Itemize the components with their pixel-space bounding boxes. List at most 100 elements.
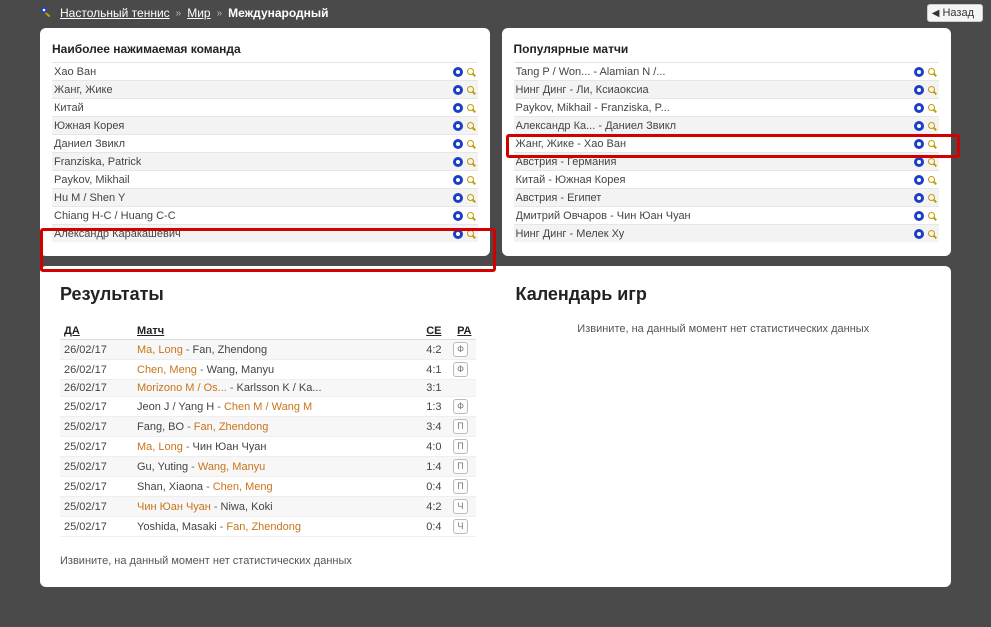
match-row[interactable]: Китай - Южная Корея <box>514 170 940 188</box>
result-row[interactable]: 26/02/17Morizono M / Os...-Karlsson K / … <box>60 380 476 397</box>
magnifier-icon[interactable] <box>466 85 476 95</box>
col-date[interactable]: ДА <box>60 323 133 340</box>
info-dot-icon[interactable] <box>914 229 924 239</box>
info-dot-icon[interactable] <box>453 67 463 77</box>
info-dot-icon[interactable] <box>453 139 463 149</box>
match-row[interactable]: Австрия - Германия <box>514 152 940 170</box>
magnifier-icon[interactable] <box>466 139 476 149</box>
magnifier-icon[interactable] <box>927 85 937 95</box>
info-dot-icon[interactable] <box>914 175 924 185</box>
col-match[interactable]: Матч <box>133 323 410 340</box>
info-dot-icon[interactable] <box>914 193 924 203</box>
result-row[interactable]: 25/02/17Ma, Long-Чин Юан Чуан4:0П <box>60 437 476 457</box>
team-row[interactable]: Южная Корея <box>52 116 478 134</box>
match-row[interactable]: Tang P / Won... - Alamian N /... <box>514 62 940 80</box>
magnifier-icon[interactable] <box>927 157 937 167</box>
crumb-region[interactable]: Мир <box>187 6 210 20</box>
info-dot-icon[interactable] <box>453 175 463 185</box>
cell-match: Ma, Long-Чин Юан Чуан <box>133 437 410 457</box>
team-row[interactable]: Franziska, Patrick <box>52 152 478 170</box>
magnifier-icon[interactable] <box>927 211 937 221</box>
magnifier-icon[interactable] <box>927 67 937 77</box>
magnifier-icon[interactable] <box>927 139 937 149</box>
info-dot-icon[interactable] <box>453 157 463 167</box>
back-label: Назад <box>942 7 974 19</box>
magnifier-icon[interactable] <box>927 103 937 113</box>
magnifier-icon[interactable] <box>466 121 476 131</box>
info-dot-icon[interactable] <box>453 229 463 239</box>
info-dot-icon[interactable] <box>914 85 924 95</box>
magnifier-icon[interactable] <box>466 229 476 239</box>
popular-matches-title: Популярные матчи <box>514 42 940 56</box>
match-row[interactable]: Нинг Динг - Мелек Ху <box>514 224 940 242</box>
team-row[interactable]: Жанг, Жике <box>52 80 478 98</box>
magnifier-icon[interactable] <box>927 121 937 131</box>
chevron-left-icon: ◀ <box>932 8 940 19</box>
match-row[interactable]: Дмитрий Овчаров - Чин Юан Чуан <box>514 206 940 224</box>
cell-score: 4:2 <box>410 340 446 360</box>
magnifier-icon[interactable] <box>927 193 937 203</box>
magnifier-icon[interactable] <box>466 157 476 167</box>
calendar-title: Календарь игр <box>516 284 932 305</box>
cell-ra: Ч <box>446 517 476 537</box>
cell-date: 25/02/17 <box>60 497 133 517</box>
cell-ra <box>446 380 476 397</box>
magnifier-icon[interactable] <box>466 67 476 77</box>
info-dot-icon[interactable] <box>914 211 924 221</box>
info-dot-icon[interactable] <box>453 103 463 113</box>
cell-ra: Ф <box>446 340 476 360</box>
col-ra[interactable]: РА <box>446 323 476 340</box>
cell-date: 25/02/17 <box>60 397 133 417</box>
magnifier-icon[interactable] <box>466 193 476 203</box>
info-dot-icon[interactable] <box>914 67 924 77</box>
result-row[interactable]: 25/02/17Jeon J / Yang H-Chen M / Wang M1… <box>60 397 476 417</box>
magnifier-icon[interactable] <box>927 229 937 239</box>
info-dot-icon[interactable] <box>453 193 463 203</box>
result-row[interactable]: 25/02/17Чин Юан Чуан-Niwa, Koki4:2Ч <box>60 497 476 517</box>
result-row[interactable]: 26/02/17Ma, Long-Fan, Zhendong4:2Ф <box>60 340 476 360</box>
match-row[interactable]: Жанг, Жике - Хао Ван <box>514 134 940 152</box>
result-row[interactable]: 25/02/17Fang, BO-Fan, Zhendong3:4П <box>60 417 476 437</box>
result-row[interactable]: 26/02/17Chen, Meng-Wang, Manyu4:1Ф <box>60 360 476 380</box>
info-dot-icon[interactable] <box>453 85 463 95</box>
info-dot-icon[interactable] <box>453 211 463 221</box>
team-row[interactable]: Chiang H-C / Huang C-C <box>52 206 478 224</box>
popular-matches-list: Tang P / Won... - Alamian N /...Нинг Дин… <box>514 62 940 242</box>
magnifier-icon[interactable] <box>466 211 476 221</box>
info-dot-icon[interactable] <box>914 157 924 167</box>
team-row[interactable]: Хао Ван <box>52 62 478 80</box>
match-name: Александр Ка... - Даниел Звикл <box>516 120 677 132</box>
popular-matches-card: Популярные матчи Tang P / Won... - Alami… <box>502 28 952 256</box>
magnifier-icon[interactable] <box>927 175 937 185</box>
team-row[interactable]: Александр Каракашевич <box>52 224 478 242</box>
result-row[interactable]: 25/02/17Shan, Xiaona-Chen, Meng0:4П <box>60 477 476 497</box>
crumb-sport[interactable]: Настольный теннис <box>60 6 170 20</box>
result-row[interactable]: 25/02/17Yoshida, Masaki-Fan, Zhendong0:4… <box>60 517 476 537</box>
match-row[interactable]: Paykov, Mikhail - Franziska, P... <box>514 98 940 116</box>
match-name: Дмитрий Овчаров - Чин Юан Чуан <box>516 210 691 222</box>
team-row[interactable]: Даниел Звикл <box>52 134 478 152</box>
back-button[interactable]: ◀ Назад <box>927 4 983 22</box>
team-name: Южная Корея <box>54 120 124 132</box>
match-name: Китай - Южная Корея <box>516 174 626 186</box>
team-row[interactable]: Китай <box>52 98 478 116</box>
result-row[interactable]: 25/02/17Gu, Yuting-Wang, Manyu1:4П <box>60 457 476 477</box>
team-name: Жанг, Жике <box>54 84 113 96</box>
team-row[interactable]: Hu M / Shen Y <box>52 188 478 206</box>
team-row[interactable]: Paykov, Mikhail <box>52 170 478 188</box>
match-row[interactable]: Нинг Динг - Ли, Ксиаоксиа <box>514 80 940 98</box>
info-dot-icon[interactable] <box>914 139 924 149</box>
info-dot-icon[interactable] <box>914 103 924 113</box>
info-dot-icon[interactable] <box>914 121 924 131</box>
breadcrumb-bar: Настольный теннис » Мир » Международный … <box>0 0 991 28</box>
match-row[interactable]: Австрия - Египет <box>514 188 940 206</box>
col-score[interactable]: СЕ <box>410 323 446 340</box>
round-badge: Ч <box>453 519 468 534</box>
magnifier-icon[interactable] <box>466 103 476 113</box>
magnifier-icon[interactable] <box>466 175 476 185</box>
match-row[interactable]: Александр Ка... - Даниел Звикл <box>514 116 940 134</box>
cell-score: 1:4 <box>410 457 446 477</box>
match-name: Нинг Динг - Мелек Ху <box>516 228 625 240</box>
info-dot-icon[interactable] <box>453 121 463 131</box>
team-name: Franziska, Patrick <box>54 156 141 168</box>
